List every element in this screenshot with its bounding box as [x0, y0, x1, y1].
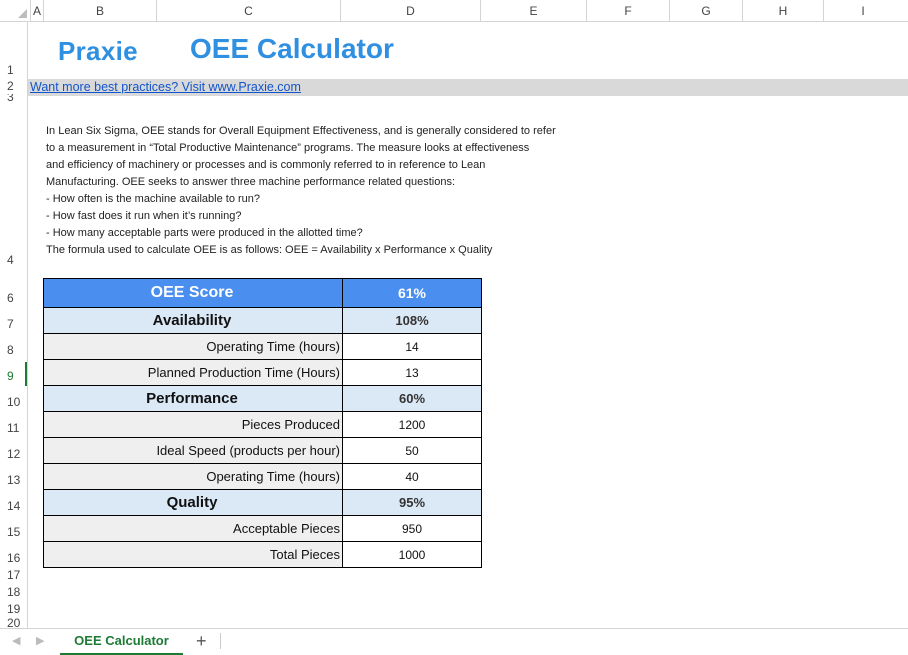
oee-score-label[interactable]: OEE Score	[43, 278, 343, 308]
description-block: In Lean Six Sigma, OEE stands for Overal…	[46, 123, 606, 259]
operating-time-2-row: Operating Time (hours) 40	[43, 463, 482, 490]
select-all-corner[interactable]	[0, 0, 30, 21]
row-header-12[interactable]: 12	[0, 446, 32, 462]
operating-time-label[interactable]: Operating Time (hours)	[43, 333, 343, 360]
sheet-tab-oee-calculator[interactable]: OEE Calculator	[60, 629, 183, 655]
pieces-produced-label[interactable]: Pieces Produced	[43, 411, 343, 438]
quality-label[interactable]: Quality	[43, 489, 343, 516]
performance-value[interactable]: 60%	[342, 385, 482, 412]
scroll-right-icon[interactable]: ▶	[36, 634, 44, 647]
tab-divider	[220, 633, 221, 649]
row-header-18[interactable]: 18	[0, 584, 32, 600]
performance-label[interactable]: Performance	[43, 385, 343, 412]
row-header-7[interactable]: 7	[0, 316, 32, 332]
row-header-16[interactable]: 16	[0, 550, 32, 566]
ideal-speed-label[interactable]: Ideal Speed (products per hour)	[43, 437, 343, 464]
sheet-tab-bar: ◀ ▶ OEE Calculator +	[0, 628, 908, 655]
row-header-bar: 1 2 3 4 6 7 8 9 10 11 12 13 14 15 16 17 …	[0, 22, 28, 628]
planned-time-row: Planned Production Time (Hours) 13	[43, 359, 482, 386]
performance-row: Performance 60%	[43, 385, 482, 412]
planned-time-label[interactable]: Planned Production Time (Hours)	[43, 359, 343, 386]
pieces-produced-value[interactable]: 1200	[342, 411, 482, 438]
planned-time-value[interactable]: 13	[342, 359, 482, 386]
row-header-10[interactable]: 10	[0, 394, 32, 410]
column-header-h[interactable]: H	[742, 0, 823, 21]
row-header-8[interactable]: 8	[0, 342, 32, 358]
operating-time-2-label[interactable]: Operating Time (hours)	[43, 463, 343, 490]
row-header-19[interactable]: 19	[0, 601, 32, 617]
row-header-9[interactable]: 9	[0, 368, 32, 384]
description-line: and efficiency of machinery or processes…	[46, 159, 486, 171]
row-header-14[interactable]: 14	[0, 498, 32, 514]
row-header-11[interactable]: 11	[0, 420, 32, 436]
oee-score-value[interactable]: 61%	[342, 278, 482, 308]
row-header-15[interactable]: 15	[0, 524, 32, 540]
quality-row: Quality 95%	[43, 489, 482, 516]
column-header-f[interactable]: F	[586, 0, 669, 21]
row-header-17[interactable]: 17	[0, 567, 32, 583]
acceptable-pieces-label[interactable]: Acceptable Pieces	[43, 515, 343, 542]
column-header-b[interactable]: B	[43, 0, 156, 21]
column-header-d[interactable]: D	[340, 0, 480, 21]
description-line: The formula used to calculate OEE is as …	[46, 244, 493, 256]
praxie-logo: Praxie	[58, 36, 138, 66]
acceptable-pieces-value[interactable]: 950	[342, 515, 482, 542]
total-pieces-value[interactable]: 1000	[342, 541, 482, 568]
description-line: Manufacturing. OEE seeks to answer three…	[46, 176, 456, 188]
scroll-left-icon[interactable]: ◀	[12, 634, 20, 647]
column-header-g[interactable]: G	[669, 0, 742, 21]
column-header-c[interactable]: C	[156, 0, 340, 21]
description-line: to a measurement in “Total Productive Ma…	[46, 142, 530, 154]
description-line: - How fast does it run when it’s running…	[46, 210, 242, 222]
row-header-4[interactable]: 4	[0, 252, 32, 268]
praxie-link[interactable]: Want more best practices? Visit www.Prax…	[30, 79, 301, 96]
selected-row-indicator	[25, 362, 27, 386]
ideal-speed-row: Ideal Speed (products per hour) 50	[43, 437, 482, 464]
row-header-1[interactable]: 1	[0, 63, 32, 77]
availability-value[interactable]: 108%	[342, 307, 482, 334]
column-header-a[interactable]: A	[30, 0, 43, 21]
total-pieces-row: Total Pieces 1000	[43, 541, 482, 568]
total-pieces-label[interactable]: Total Pieces	[43, 541, 343, 568]
availability-row: Availability 108%	[43, 307, 482, 334]
column-header-e[interactable]: E	[480, 0, 586, 21]
row-header-13[interactable]: 13	[0, 472, 32, 488]
row-header-6[interactable]: 6	[0, 290, 32, 306]
quality-value[interactable]: 95%	[342, 489, 482, 516]
row-header-20[interactable]: 20	[0, 618, 32, 628]
add-sheet-button[interactable]: +	[196, 631, 207, 652]
column-header-bar: A B C D E F G H I	[0, 0, 908, 22]
ideal-speed-value[interactable]: 50	[342, 437, 482, 464]
availability-label[interactable]: Availability	[43, 307, 343, 334]
description-line: - How many acceptable parts were produce…	[46, 227, 363, 239]
page-title: OEE Calculator	[190, 33, 394, 64]
acceptable-pieces-row: Acceptable Pieces 950	[43, 515, 482, 542]
oee-score-row: OEE Score 61%	[43, 278, 482, 308]
description-line: - How often is the machine available to …	[46, 193, 261, 205]
column-header-i[interactable]: I	[823, 0, 902, 21]
oee-table: OEE Score 61% Availability 108% Operatin…	[43, 278, 482, 568]
description-line: In Lean Six Sigma, OEE stands for Overal…	[46, 125, 556, 137]
operating-time-row: Operating Time (hours) 14	[43, 333, 482, 360]
pieces-produced-row: Pieces Produced 1200	[43, 411, 482, 438]
operating-time-2-value[interactable]: 40	[342, 463, 482, 490]
operating-time-value[interactable]: 14	[342, 333, 482, 360]
